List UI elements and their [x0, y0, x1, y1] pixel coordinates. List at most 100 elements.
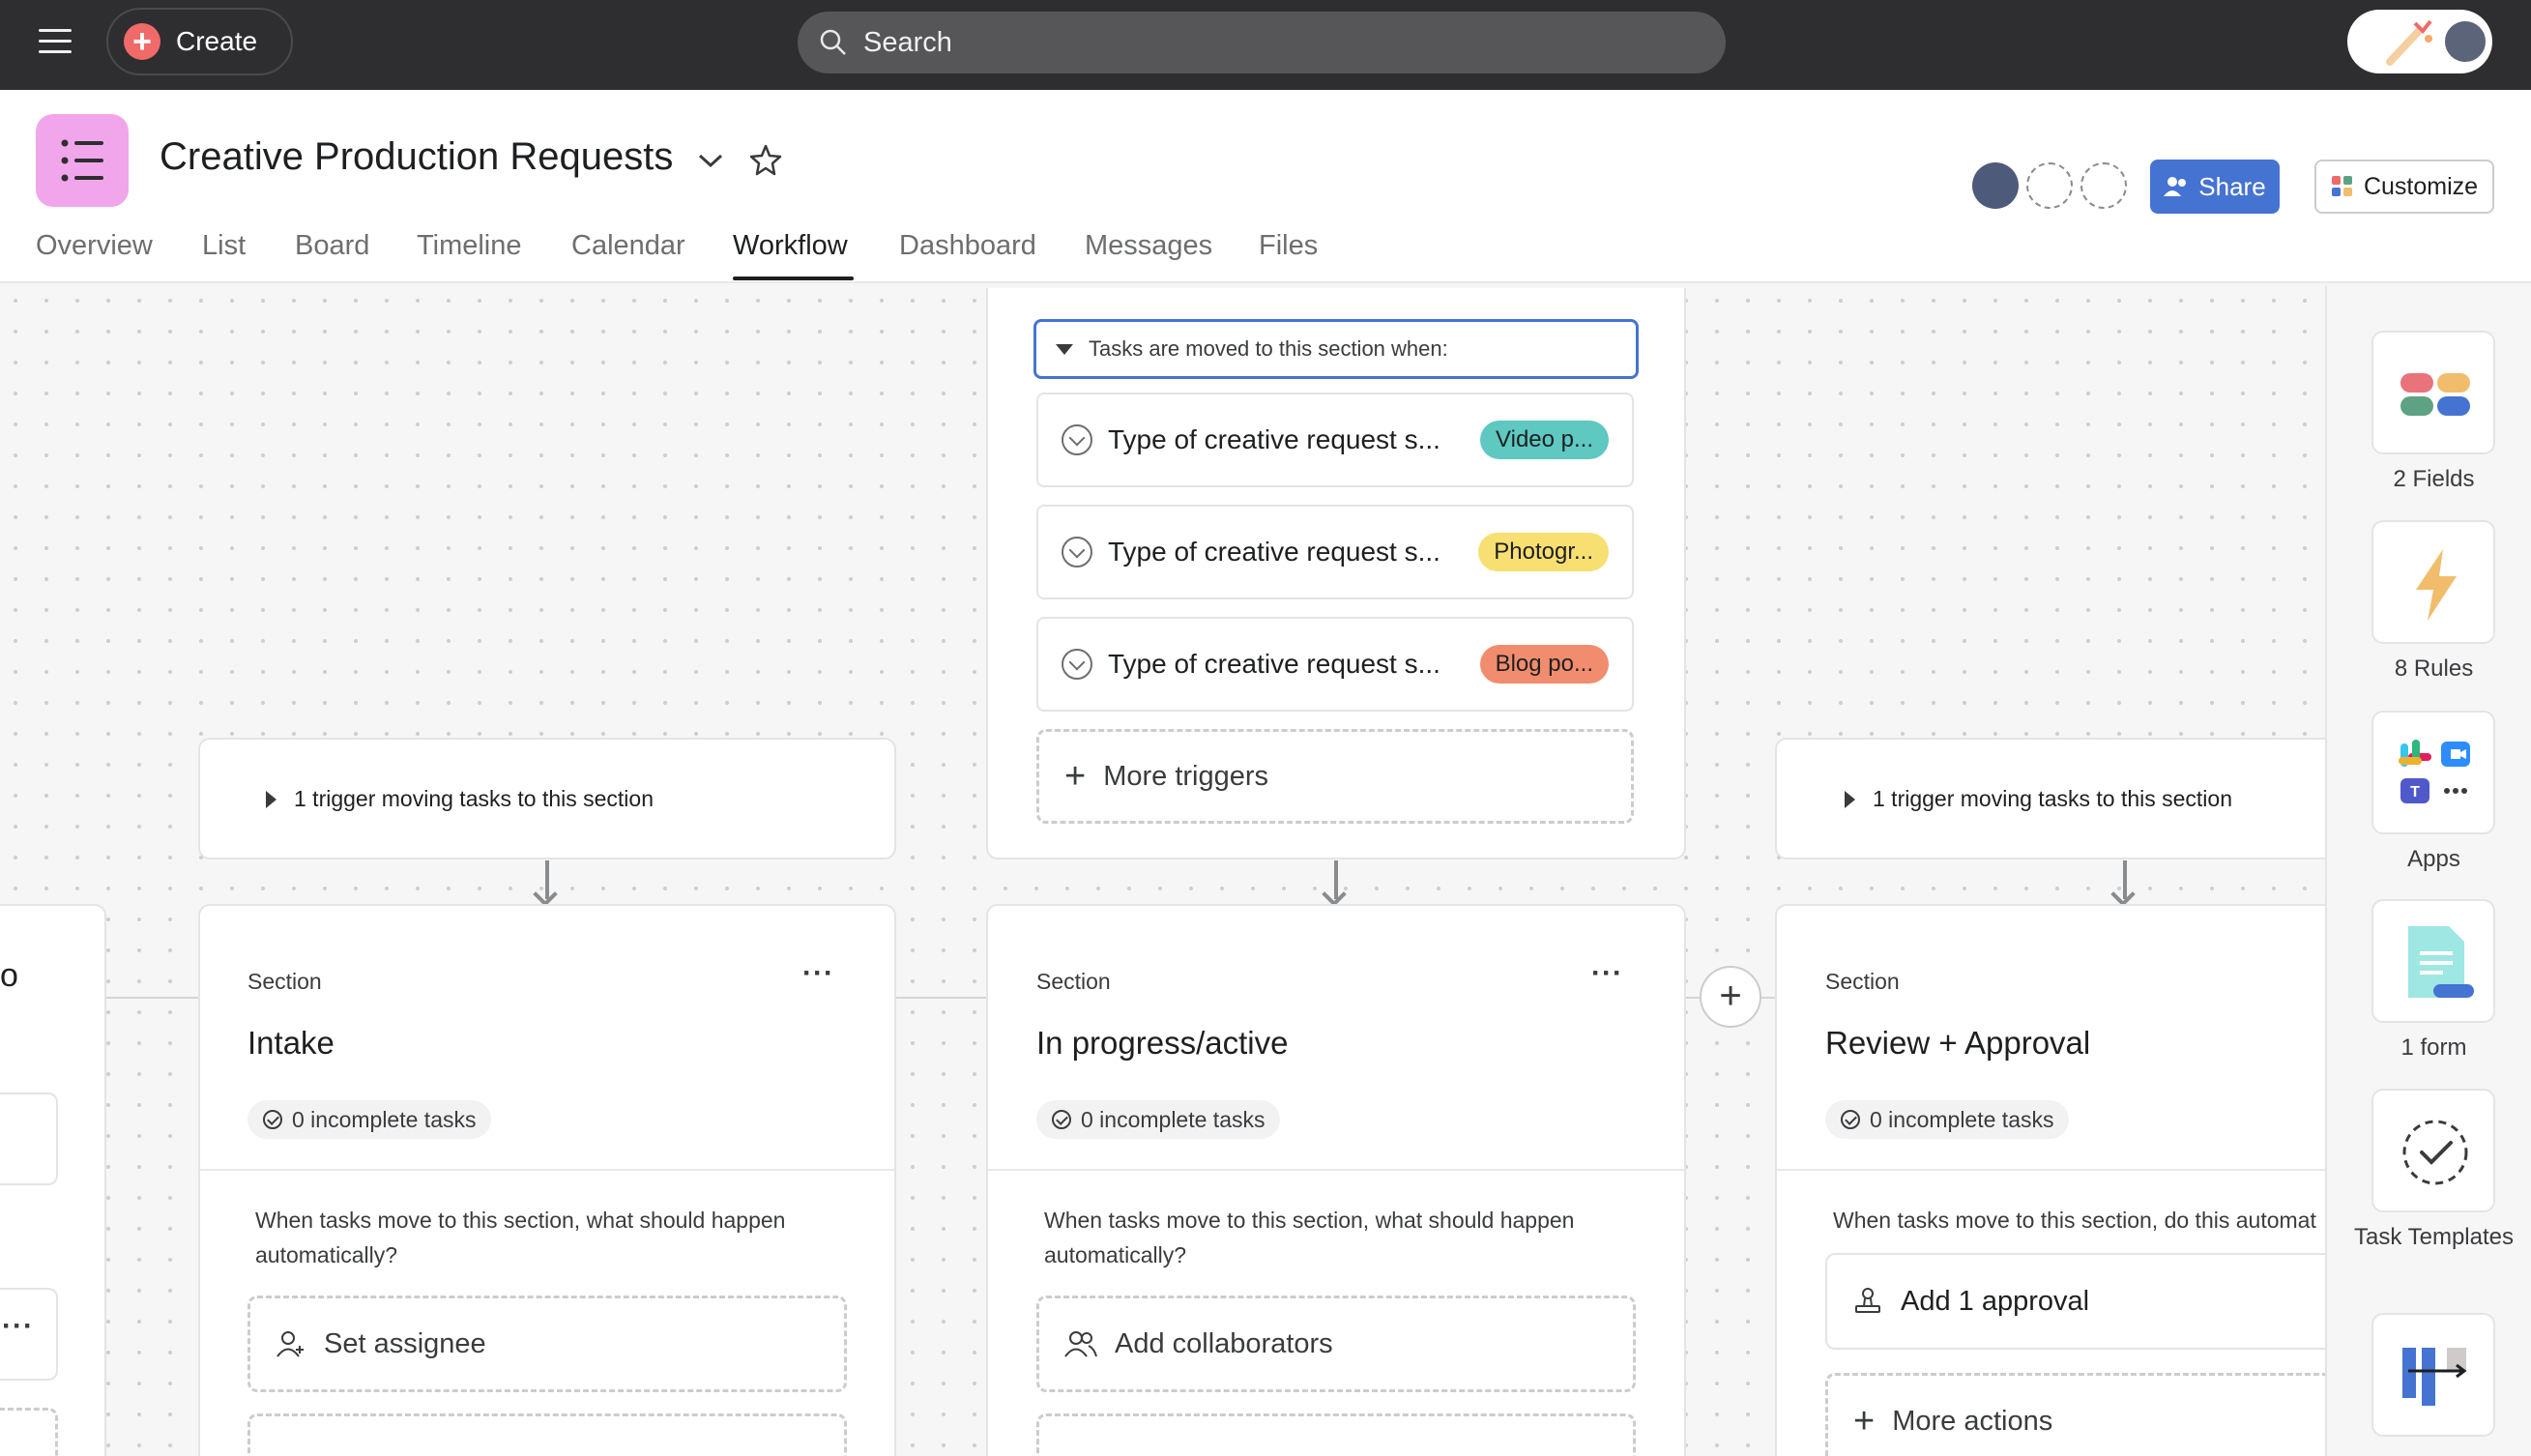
flow-arrow [545, 860, 549, 899]
tab-workflow[interactable]: Workflow [733, 230, 848, 262]
condition-tag: Photogr... [1478, 533, 1609, 571]
tab-dashboard[interactable]: Dashboard [899, 230, 1036, 262]
tab-list[interactable]: List [202, 230, 246, 262]
rules-tile[interactable] [2371, 520, 2495, 644]
chevron-circle-icon [1062, 537, 1092, 568]
partial-action-button[interactable] [1036, 1413, 1636, 1456]
sidebar-item-label: 2 Fields [2393, 466, 2475, 492]
approval-stamp-icon [1855, 1288, 1880, 1313]
action-label: Set assignee [324, 1327, 486, 1359]
more-options-icon[interactable]: ··· [802, 957, 834, 990]
section-when-text: When tasks move to this section, what sh… [255, 1208, 786, 1267]
celebration-icon [2386, 19, 2432, 66]
fields-icon [2400, 373, 2470, 416]
add-section-button[interactable]: + [1700, 966, 1761, 1028]
incomplete-count: 0 incomplete tasks [292, 1106, 477, 1132]
trigger-summary: 1 trigger moving tasks to this section [1873, 786, 2232, 811]
share-button[interactable]: Share [2150, 160, 2280, 214]
condition-tag: Blog po... [1479, 645, 1609, 684]
tab-calendar[interactable]: Calendar [571, 230, 685, 262]
create-button[interactable]: + Create [106, 8, 293, 75]
trigger-toggle[interactable]: 1 trigger moving tasks to this section [1845, 786, 2232, 812]
fields-tile[interactable] [2371, 331, 2495, 454]
user-avatar[interactable] [2442, 18, 2488, 65]
condition-text: Type of creative request s... [1108, 424, 1440, 454]
people-icon [2164, 177, 2187, 196]
section-when-text: When tasks move to this section, do this… [1833, 1208, 2316, 1233]
chevron-down-icon[interactable] [696, 151, 725, 170]
trigger-condition[interactable]: Type of creative request s... Photogr... [1036, 505, 1634, 599]
tab-overview[interactable]: Overview [36, 230, 153, 262]
condition-text: Type of creative request s... [1108, 537, 1440, 567]
plus-icon: + [1853, 1401, 1876, 1441]
condition-text: Type of creative request s... [1108, 649, 1440, 679]
flow-arrow [2123, 860, 2127, 899]
connector-line [895, 997, 988, 999]
trigger-header-toggle[interactable]: Tasks are moved to this section when: [1033, 319, 1639, 379]
check-circle-icon [1841, 1110, 1860, 1129]
tab-board[interactable]: Board [295, 230, 369, 262]
partial-action-box [0, 1092, 58, 1185]
trigger-toggle[interactable]: 1 trigger moving tasks to this section [266, 786, 654, 812]
customize-label: Customize [2363, 172, 2479, 200]
set-assignee-button[interactable]: Set assignee [247, 1296, 847, 1392]
sidebar-item-label: Apps [2407, 846, 2460, 872]
section-divider [1777, 1169, 2357, 1171]
sidebar-item-label: Task Templates [2354, 1224, 2514, 1250]
section-name[interactable]: Review + Approval [1825, 1025, 2090, 1062]
empty-member-icon[interactable] [2080, 162, 2127, 209]
more-actions-label: More actions [1892, 1405, 2053, 1437]
empty-member-icon[interactable] [2026, 162, 2073, 209]
form-icon [2408, 926, 2474, 998]
partial-action-button[interactable] [247, 1413, 847, 1456]
share-label: Share [2198, 171, 2266, 201]
customize-button[interactable]: Customize [2314, 160, 2494, 214]
search-placeholder: Search [863, 26, 952, 58]
tab-messages[interactable]: Messages [1085, 230, 1212, 262]
sections-tile[interactable] [2371, 1313, 2495, 1437]
more-triggers-label: More triggers [1103, 760, 1269, 792]
condition-tag: Video p... [1480, 421, 1609, 459]
add-collaborators-button[interactable]: Add collaborators [1036, 1296, 1636, 1392]
incomplete-tasks-badge: 0 incomplete tasks [1825, 1100, 2070, 1139]
trigger-condition[interactable]: Type of creative request s... Blog po... [1036, 617, 1634, 712]
trigger-header-text: Tasks are moved to this section when: [1089, 336, 1448, 361]
hamburger-menu-icon[interactable] [39, 21, 72, 61]
sections-icon [2402, 1348, 2467, 1406]
incomplete-tasks-badge: 0 incomplete tasks [1036, 1100, 1281, 1139]
more-options-icon[interactable]: ··· [1591, 957, 1623, 990]
tab-files[interactable]: Files [1259, 230, 1318, 262]
more-options-icon[interactable]: ··· [2, 1310, 34, 1343]
section-label: Section [1825, 969, 1900, 994]
connector-line [106, 997, 199, 999]
sidebar-item-label: 1 form [2400, 1034, 2467, 1061]
trigger-condition[interactable]: Type of creative request s... Video p... [1036, 393, 1634, 487]
lightning-icon [2416, 549, 2457, 621]
task-templates-tile[interactable] [2371, 1089, 2495, 1212]
add-approval-button[interactable]: Add 1 approval [1825, 1253, 2367, 1350]
section-divider [200, 1169, 894, 1171]
apps-tile[interactable]: T [2371, 711, 2495, 834]
sidebar-item-label: 8 Rules [2394, 655, 2474, 682]
partial-section-name: o [0, 957, 18, 994]
form-tile[interactable] [2371, 899, 2495, 1023]
caret-right-icon [1845, 790, 1855, 808]
chevron-circle-icon [1062, 424, 1092, 455]
task-template-icon [2402, 1120, 2468, 1185]
apps-icon: T [2399, 740, 2470, 803]
create-label: Create [176, 26, 258, 56]
project-title: Creative Production Requests [160, 135, 674, 178]
profile-menu[interactable] [2347, 10, 2492, 73]
more-actions-button[interactable]: + More actions [1825, 1373, 2367, 1456]
section-label: Section [247, 969, 322, 994]
section-name[interactable]: Intake [247, 1025, 335, 1062]
active-tab-indicator [733, 277, 854, 280]
more-triggers-button[interactable]: + More triggers [1036, 729, 1634, 824]
member-avatar[interactable] [1972, 162, 2019, 209]
plus-icon: + [1064, 756, 1087, 797]
tab-timeline[interactable]: Timeline [417, 230, 522, 262]
search-input[interactable]: Search [798, 12, 1726, 73]
star-icon[interactable] [748, 143, 783, 178]
caret-down-icon [1056, 343, 1073, 355]
section-name[interactable]: In progress/active [1036, 1025, 1288, 1062]
